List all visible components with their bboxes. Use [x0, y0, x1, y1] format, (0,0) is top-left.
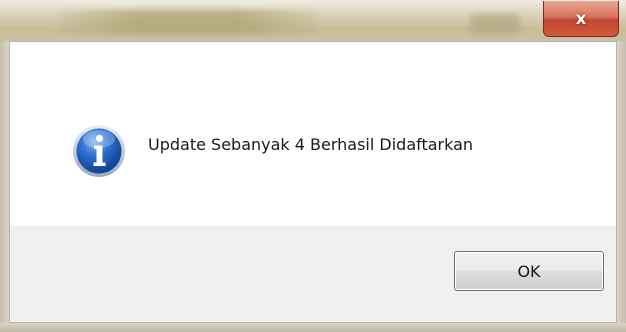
ok-button[interactable]: OK	[454, 251, 604, 291]
button-bar: OK	[10, 226, 616, 322]
close-button[interactable]: x	[543, 1, 619, 37]
title-bar[interactable]: x	[0, 0, 626, 41]
close-icon: x	[575, 8, 587, 29]
message-text: Update Sebanyak 4 Berhasil Didaftarkan	[148, 135, 474, 154]
title-bar-blur	[470, 14, 520, 34]
window-frame-bottom	[0, 323, 626, 332]
info-icon	[73, 125, 125, 177]
window-frame-right	[617, 41, 626, 332]
message-box-window: x Update Sebanyak 4 Berhasil Didaftarkan…	[0, 0, 626, 332]
window-frame-left	[0, 41, 9, 332]
message-area: Update Sebanyak 4 Berhasil Didaftarkan	[10, 42, 616, 226]
window-title-blurred	[58, 10, 318, 34]
dialog-client-area: Update Sebanyak 4 Berhasil Didaftarkan O…	[9, 41, 617, 323]
